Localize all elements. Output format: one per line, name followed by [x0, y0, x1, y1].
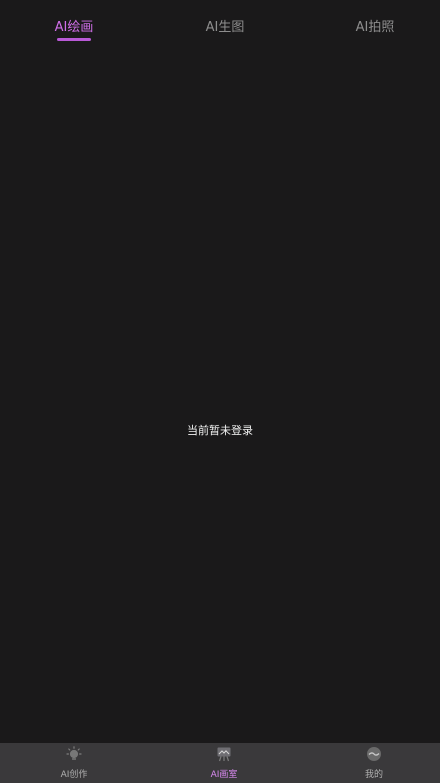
tab-ai-photo[interactable]: AI拍照: [345, 16, 405, 44]
nav-profile[interactable]: 我的: [340, 743, 408, 783]
tab-ai-painting-label: AI绘画: [54, 20, 94, 35]
tab-ai-image-generation[interactable]: AI生图: [195, 16, 255, 44]
lightbulb-icon: [66, 746, 82, 760]
bottom-navigation: AI创作 AI画室 我的: [0, 743, 440, 783]
nav-ai-creation-label: AI创作: [60, 770, 88, 780]
app-root: AI绘画 AI生图 AI拍照 当前暂未登录 AI创作 AI画室 我的: [0, 0, 440, 783]
nav-ai-studio[interactable]: AI画室: [190, 743, 258, 783]
top-tab-bar: AI绘画 AI生图 AI拍照: [0, 0, 440, 50]
tab-ai-photo-label: AI拍照: [355, 20, 395, 35]
nav-profile-label: 我的: [364, 770, 383, 780]
nav-ai-studio-label: AI画室: [210, 770, 238, 780]
tab-ai-painting[interactable]: AI绘画: [44, 16, 104, 44]
active-tab-indicator: [57, 38, 91, 41]
nav-ai-creation[interactable]: AI创作: [40, 743, 108, 783]
profile-icon: [367, 747, 381, 761]
tab-ai-image-generation-label: AI生图: [205, 20, 245, 35]
easel-icon: [217, 747, 231, 762]
not-logged-in-message: 当前暂未登录: [187, 424, 253, 437]
